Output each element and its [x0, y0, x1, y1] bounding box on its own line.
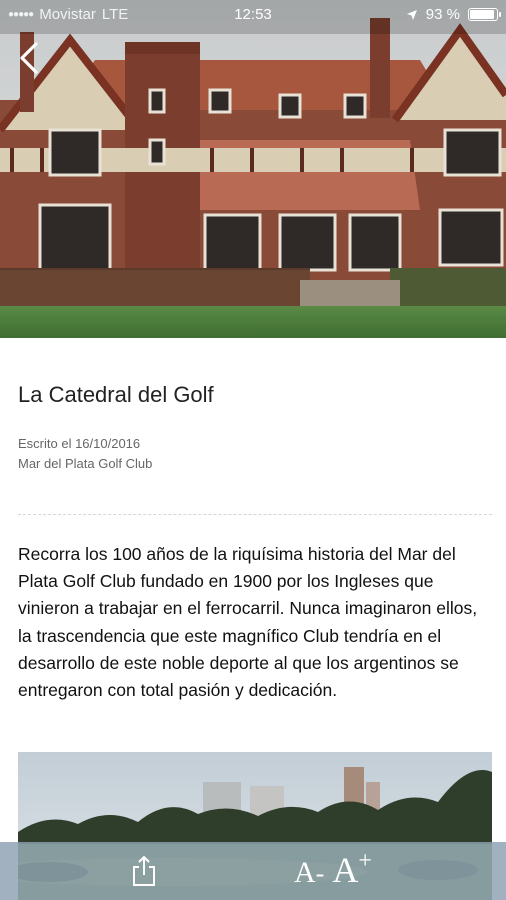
font-decrease-letter: A [294, 856, 316, 889]
article-title: La Catedral del Golf [18, 382, 214, 407]
font-increase-symbol: + [358, 848, 372, 874]
font-decrease-button[interactable]: A- [294, 856, 324, 890]
article-meta: Escrito el 16/10/2016 Mar del Plata Golf… [18, 434, 152, 474]
hero-image [0, 0, 506, 338]
bottom-toolbar: A- A+ [0, 842, 506, 900]
font-decrease-symbol: - [315, 859, 325, 888]
font-size-controls: A- A+ [294, 848, 372, 891]
font-increase-button[interactable]: A+ [332, 848, 372, 891]
status-right: 93 % [406, 6, 501, 23]
dashed-divider [18, 514, 492, 515]
font-increase-letter: A [332, 850, 359, 890]
article-date: Escrito el 16/10/2016 [18, 436, 141, 451]
back-button[interactable] [14, 40, 46, 76]
location-arrow-icon [406, 9, 417, 20]
status-bar: ●●●●● Movistar LTE 12:53 93 % [0, 0, 506, 30]
article-body: Recorra los 100 años de la riquísima his… [18, 544, 478, 701]
share-icon [133, 855, 155, 886]
article-author: Mar del Plata Golf Club [18, 456, 153, 471]
battery-fill [470, 10, 495, 19]
chevron-left-icon [20, 42, 38, 74]
share-button[interactable] [130, 855, 158, 887]
battery-icon [468, 8, 501, 21]
battery-percent: 93 % [425, 6, 460, 23]
